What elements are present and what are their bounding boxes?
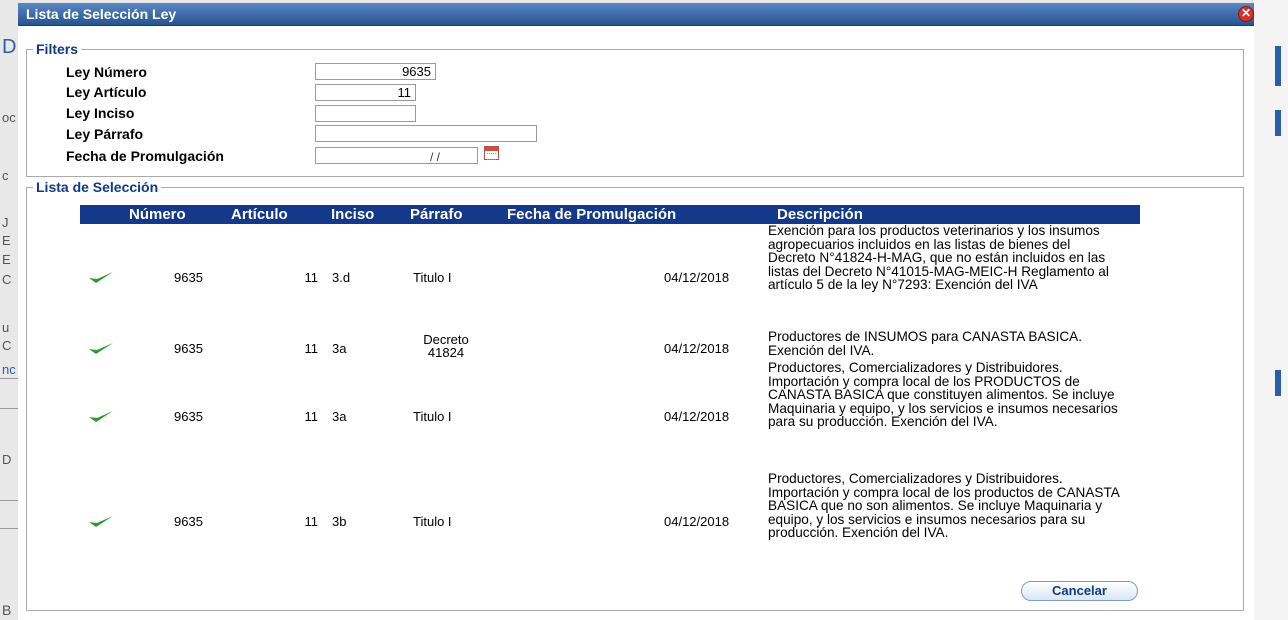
background-tab-marker	[1275, 110, 1281, 136]
cell-numero: 9635	[174, 409, 203, 424]
close-icon[interactable]: ✕	[1238, 6, 1254, 22]
cell-inciso: 3.d	[332, 270, 351, 285]
cell-inciso: 3b	[332, 514, 347, 529]
checkmark-icon[interactable]	[88, 341, 114, 355]
table-row[interactable]: 9635 11 3a Decreto 41824 04/12/2018 Prod…	[80, 329, 1140, 360]
calendar-icon-grid	[487, 153, 496, 160]
cell-fecha: 04/12/2018	[664, 341, 730, 356]
cell-parrafo: Decreto 41824	[423, 332, 469, 360]
column-header-fecha[interactable]: Fecha de Promulgación	[507, 206, 676, 223]
selection-list-legend: Lista de Selección	[36, 179, 159, 195]
cell-articulo: 11	[304, 514, 319, 529]
cell-numero: 9635	[174, 514, 203, 529]
background-fragment: u	[2, 320, 10, 335]
fecha-promulgacion-label: Fecha de Promulgación	[66, 148, 224, 164]
column-header-descripcion[interactable]: Descripción	[777, 206, 863, 223]
background-fragment: oc	[2, 110, 16, 125]
cell-inciso: 3a	[332, 409, 347, 424]
results-table-header: Número Artículo Inciso Párrafo Fecha de …	[80, 205, 1140, 224]
cell-fecha: 04/12/2018	[664, 514, 730, 529]
background-fragment: B	[2, 602, 12, 618]
background-fragment: D	[2, 36, 17, 58]
calendar-icon-header	[485, 147, 498, 151]
cell-parrafo: Titulo I	[413, 409, 452, 424]
date-mask: / /	[430, 150, 441, 164]
ley-articulo-label: Ley Artículo	[66, 84, 147, 100]
background-fragment: E	[2, 252, 11, 267]
column-header-inciso[interactable]: Inciso	[331, 206, 374, 223]
cell-articulo: 11	[304, 341, 319, 356]
table-row[interactable]: 9635 11 3.d Titulo I 04/12/2018 Exención…	[80, 224, 1140, 328]
table-row[interactable]: 9635 11 3b Titulo I 04/12/2018 Productor…	[80, 472, 1140, 568]
ley-numero-label: Ley Número	[66, 64, 147, 80]
background-fragment: C	[2, 338, 12, 353]
column-header-numero[interactable]: Número	[129, 206, 186, 223]
background-tab-marker	[1275, 46, 1281, 86]
column-header-parrafo[interactable]: Párrafo	[410, 206, 463, 223]
cancel-button[interactable]: Cancelar	[1021, 581, 1138, 601]
background-right-panel	[1252, 0, 1288, 620]
background-tab-marker	[1275, 370, 1281, 396]
checkmark-icon[interactable]	[88, 409, 114, 423]
cell-articulo: 11	[304, 409, 319, 424]
background-fragment: nc	[2, 362, 16, 377]
cell-inciso: 3a	[332, 341, 347, 356]
close-glyph: ✕	[1240, 6, 1252, 20]
ley-parrafo-input[interactable]	[315, 125, 537, 142]
ley-inciso-label: Ley Inciso	[66, 105, 135, 121]
cell-numero: 9635	[174, 341, 203, 356]
table-row[interactable]: 9635 11 3a Titulo I 04/12/2018 Productor…	[80, 361, 1140, 471]
filters-legend: Filters	[36, 41, 79, 57]
cell-parrafo: Titulo I	[413, 514, 452, 529]
background-divider	[0, 408, 18, 409]
checkmark-icon[interactable]	[88, 514, 114, 528]
background-fragment: E	[2, 233, 11, 248]
cell-descripcion: Exención para los productos veterinarios…	[768, 223, 1109, 292]
cell-descripcion: Productores de INSUMOS para CANASTA BASI…	[768, 329, 1083, 358]
background-fragment: c	[2, 168, 9, 183]
fecha-promulgacion-input[interactable]	[315, 147, 478, 164]
cell-descripcion: Productores, Comercializadores y Distrib…	[768, 471, 1120, 540]
ley-inciso-input[interactable]	[315, 105, 416, 122]
cell-numero: 9635	[174, 270, 203, 285]
cell-fecha: 04/12/2018	[664, 270, 730, 285]
calendar-icon[interactable]	[484, 146, 499, 160]
dialog-title: Lista de Selección Ley	[26, 6, 177, 22]
background-fragment: J	[2, 215, 9, 230]
column-header-articulo[interactable]: Artículo	[231, 206, 288, 223]
background-divider	[0, 528, 18, 529]
ley-numero-input[interactable]	[315, 63, 436, 80]
background-divider	[0, 500, 18, 501]
background-divider	[0, 378, 18, 379]
ley-articulo-input[interactable]	[315, 84, 416, 101]
checkmark-icon[interactable]	[88, 270, 114, 284]
cell-descripcion: Productores, Comercializadores y Distrib…	[768, 360, 1118, 429]
cell-articulo: 11	[304, 270, 319, 285]
dialog-titlebar[interactable]: Lista de Selección Ley ✕	[18, 3, 1254, 26]
background-fragment: D	[2, 452, 12, 467]
cell-fecha: 04/12/2018	[664, 409, 730, 424]
cell-parrafo: Titulo I	[413, 270, 452, 285]
selection-dialog: Lista de Selección Ley ✕ Filters Ley Núm…	[18, 3, 1254, 620]
ley-parrafo-label: Ley Párrafo	[66, 126, 144, 142]
background-fragment: C	[2, 272, 12, 287]
